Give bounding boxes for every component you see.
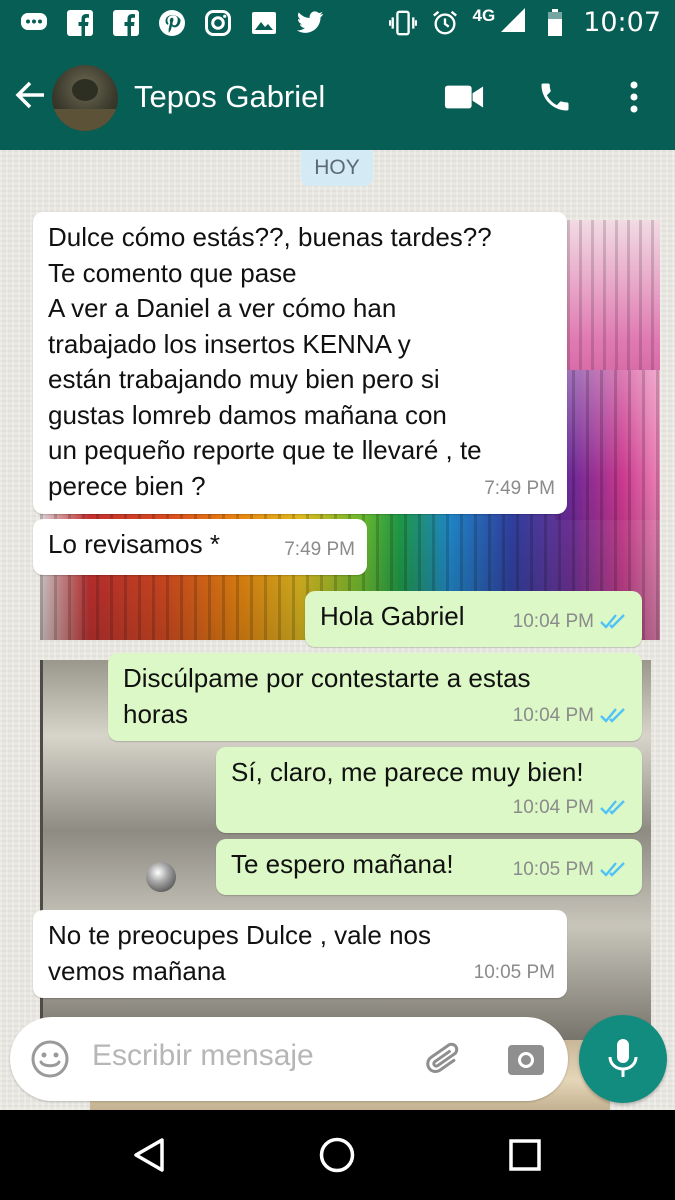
contact-name[interactable]: Tepos Gabriel: [134, 79, 325, 115]
image-icon: [250, 9, 278, 37]
message-bubble-outgoing[interactable]: Sí, claro, me parece muy bien! 10:04 PM: [216, 747, 642, 833]
voice-message-button[interactable]: [579, 1015, 667, 1103]
battery-icon: [541, 8, 569, 37]
message-input[interactable]: Escribir mensaje: [92, 1039, 314, 1073]
date-chip: HOY: [301, 150, 373, 186]
message-bubble-incoming[interactable]: No te preocupes Dulce , vale nos vemos m…: [33, 910, 567, 998]
signal-icon: [497, 6, 527, 39]
attach-icon[interactable]: [424, 1037, 468, 1081]
message-time: 10:05 PM: [512, 858, 594, 880]
status-bar: 4G 10:07: [0, 0, 675, 45]
camera-icon[interactable]: [504, 1037, 548, 1081]
contact-avatar[interactable]: [52, 65, 118, 131]
message-text: Dulce cómo estás??, buenas tardes?? Te c…: [48, 222, 492, 501]
nav-recents-icon[interactable]: [504, 1134, 546, 1176]
message-bubble-outgoing[interactable]: Te espero mañana! 10:05 PM: [216, 839, 642, 895]
more-options-icon[interactable]: [614, 77, 654, 117]
message-bubble-incoming[interactable]: Dulce cómo estás??, buenas tardes?? Te c…: [33, 212, 567, 514]
message-bubble-outgoing[interactable]: Hola Gabriel 10:04 PM: [305, 591, 642, 647]
nav-back-icon[interactable]: [128, 1134, 170, 1176]
message-time: 10:04 PM: [512, 704, 594, 726]
instagram-icon: [204, 9, 232, 37]
read-ticks-icon: [600, 800, 625, 816]
chat-bubble-icon: [20, 9, 48, 37]
message-text: Sí, claro, me parece muy bien!: [231, 757, 584, 787]
message-input-bar[interactable]: Escribir mensaje: [10, 1017, 568, 1101]
message-time: 10:05 PM: [473, 961, 555, 983]
read-ticks-icon: [600, 614, 625, 630]
network-type: 4G: [472, 6, 496, 25]
navigation-bar: [0, 1110, 675, 1200]
phone-call-icon[interactable]: [535, 77, 575, 117]
chat-header: Tepos Gabriel: [0, 45, 675, 150]
chat-area[interactable]: HOY Dulce cómo estás??, buenas tardes?? …: [0, 150, 675, 1112]
message-bubble-outgoing[interactable]: Discúlpame por contestarte a estas horas…: [108, 653, 642, 741]
message-time: 10:04 PM: [512, 610, 594, 632]
emoji-icon[interactable]: [30, 1039, 70, 1079]
wallpaper-brush-rivet: [146, 862, 176, 892]
nav-home-icon[interactable]: [316, 1134, 358, 1176]
facebook-icon: [112, 9, 140, 37]
pinterest-icon: [158, 9, 186, 37]
microphone-icon: [608, 1039, 638, 1077]
message-time: 7:49 PM: [284, 538, 355, 560]
facebook-icon: [66, 9, 94, 37]
message-bubble-incoming[interactable]: Lo revisamos * 7:49 PM: [33, 519, 367, 575]
twitter-icon: [296, 9, 324, 37]
alarm-icon: [431, 9, 459, 37]
video-call-icon[interactable]: [444, 77, 484, 117]
read-ticks-icon: [600, 862, 625, 878]
read-ticks-icon: [600, 708, 625, 724]
message-time: 10:04 PM: [512, 796, 594, 818]
status-time: 10:07: [583, 7, 661, 38]
back-arrow-icon[interactable]: [12, 77, 48, 113]
vibrate-icon: [388, 9, 417, 37]
message-time: 7:49 PM: [484, 477, 555, 499]
